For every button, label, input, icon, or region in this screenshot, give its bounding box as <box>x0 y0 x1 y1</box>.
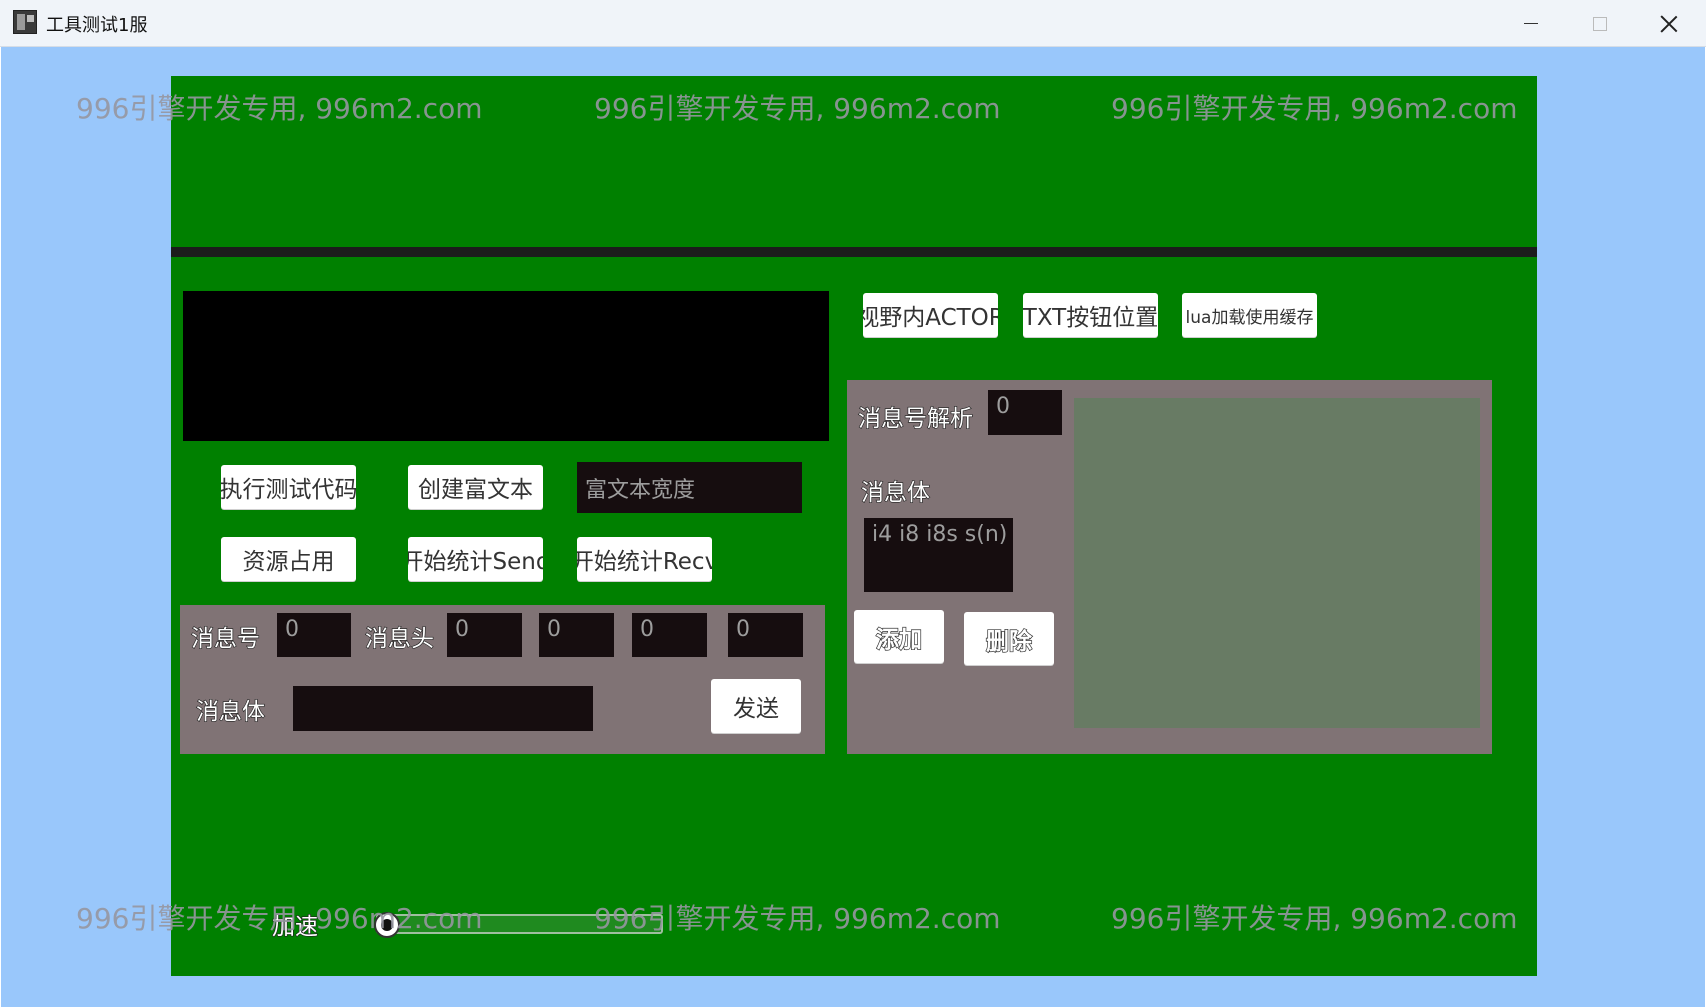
rich-text-width-input[interactable]: 富文本宽度 <box>577 462 802 513</box>
parse-output-area <box>1074 398 1480 728</box>
resource-usage-button[interactable]: 资源占用 <box>221 537 356 581</box>
client-area: 996引擎开发专用, 996m2.com 996引擎开发专用, 996m2.co… <box>1 47 1705 1007</box>
close-button[interactable] <box>1637 0 1701 47</box>
code-editor[interactable] <box>183 291 829 441</box>
msg-head-input-4[interactable]: 0 <box>728 613 803 657</box>
message-parse-panel: 消息号解析 0 消息体 i4 i8 i8s s(n) 添加 删除 <box>847 380 1492 754</box>
txt-button-position-label: TXT按钮位置 <box>1023 305 1158 331</box>
msg-id-label: 消息号 <box>190 625 260 652</box>
maximize-icon <box>1593 16 1607 31</box>
resource-usage-label: 资源占用 <box>242 549 335 575</box>
delete-button[interactable]: 删除 <box>964 612 1054 665</box>
minimize-icon <box>1524 23 1538 24</box>
msg-parse-input[interactable]: 0 <box>988 390 1062 435</box>
actor-in-view-button[interactable]: 视野内ACTOR <box>863 293 998 337</box>
speed-slider-thumb[interactable] <box>374 912 400 938</box>
minimize-button[interactable] <box>1499 0 1563 47</box>
speed-slider[interactable] <box>376 914 663 934</box>
msg-body-label: 消息体 <box>195 698 265 725</box>
msg-id-value: 0 <box>285 617 299 642</box>
start-stat-recv-label: 开始统计Recv <box>577 549 712 575</box>
msg-head-value: 0 <box>640 617 654 642</box>
msg-id-input[interactable]: 0 <box>277 613 351 657</box>
game-canvas: 视野内ACTOR TXT按钮位置 lua加载使用缓存 执行测试代码 创建富文本 … <box>171 76 1537 976</box>
msg-body-input[interactable] <box>293 686 593 731</box>
msg-head-input-3[interactable]: 0 <box>632 613 707 657</box>
msg-parse-label: 消息号解析 <box>857 405 973 432</box>
parse-msg-body-label: 消息体 <box>860 479 930 506</box>
actor-in-view-label: 视野内ACTOR <box>863 305 998 331</box>
parse-msg-body-value: i4 i8 i8s s(n) <box>872 522 1008 547</box>
start-stat-send-label: 开始统计Send <box>408 549 543 575</box>
divider <box>171 247 1537 257</box>
send-label: 发送 <box>733 696 779 722</box>
window-title: 工具测试1服 <box>46 15 148 36</box>
start-stat-recv-button[interactable]: 开始统计Recv <box>577 537 712 581</box>
msg-head-value: 0 <box>736 617 750 642</box>
delete-label: 删除 <box>985 628 1032 655</box>
speed-label: 加速 <box>271 913 318 940</box>
lua-cache-button[interactable]: lua加载使用缓存 <box>1182 293 1317 337</box>
parse-msg-body-input[interactable]: i4 i8 i8s s(n) <box>864 518 1013 592</box>
msg-head-input-2[interactable]: 0 <box>539 613 614 657</box>
msg-head-value: 0 <box>547 617 561 642</box>
add-label: 添加 <box>875 626 922 653</box>
create-rich-text-button[interactable]: 创建富文本 <box>408 465 543 509</box>
create-rich-text-label: 创建富文本 <box>418 477 533 503</box>
title-bar[interactable]: 工具测试1服 <box>0 0 1706 47</box>
msg-head-value: 0 <box>455 617 469 642</box>
add-button[interactable]: 添加 <box>854 610 944 663</box>
maximize-button[interactable] <box>1568 0 1632 47</box>
close-icon <box>1660 15 1678 33</box>
msg-parse-value: 0 <box>996 394 1010 419</box>
app-icon <box>13 10 37 34</box>
send-message-panel: 消息号 0 消息头 0 0 0 0 消息体 发送 <box>180 605 825 754</box>
send-button[interactable]: 发送 <box>711 679 801 733</box>
msg-head-label: 消息头 <box>364 625 434 652</box>
lua-cache-label: lua加载使用缓存 <box>1185 307 1314 328</box>
run-test-code-label: 执行测试代码 <box>221 477 356 503</box>
rich-text-width-placeholder: 富文本宽度 <box>585 478 696 503</box>
txt-button-position-button[interactable]: TXT按钮位置 <box>1023 293 1158 337</box>
msg-head-input-1[interactable]: 0 <box>447 613 522 657</box>
start-stat-send-button[interactable]: 开始统计Send <box>408 537 543 581</box>
run-test-code-button[interactable]: 执行测试代码 <box>221 465 356 509</box>
